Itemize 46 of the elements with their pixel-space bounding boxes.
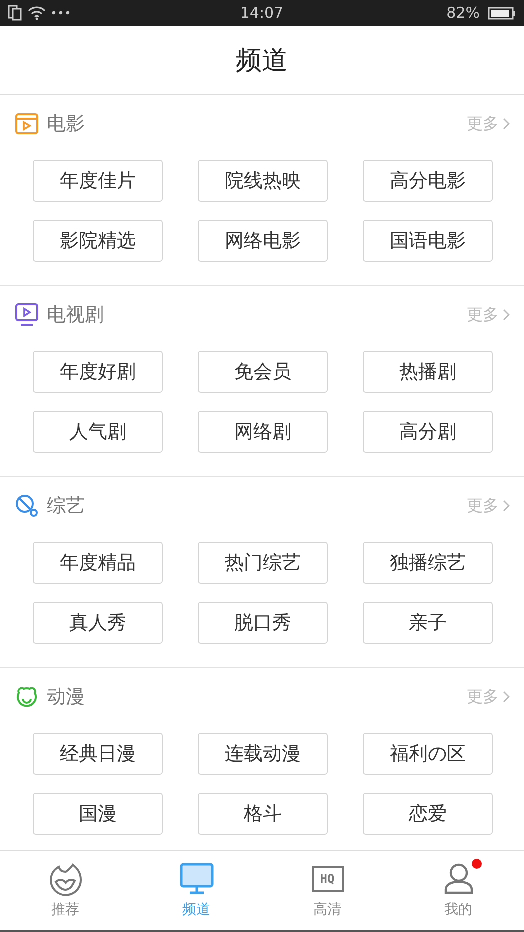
category-button[interactable]: 国漫: [33, 793, 163, 835]
chevron-right-icon[interactable]: [503, 309, 510, 321]
monitor-icon: [180, 863, 214, 895]
more-dots-icon: [52, 11, 70, 15]
category-button[interactable]: 国语电影: [363, 220, 493, 262]
category-button[interactable]: 高分剧: [363, 411, 493, 453]
person-icon: [444, 863, 474, 895]
category-button[interactable]: 影院精选: [33, 220, 163, 262]
category-button[interactable]: 亲子: [363, 602, 493, 644]
wifi-icon: [28, 6, 46, 20]
section-title: 动漫: [47, 685, 86, 710]
battery-icon: [488, 6, 516, 20]
section-title: 电影: [47, 112, 86, 137]
category-button[interactable]: 热门综艺: [198, 542, 328, 584]
page-title: 频道: [236, 44, 288, 78]
section-title: 综艺: [47, 494, 86, 519]
clock: 14:07: [239, 4, 285, 22]
sim-icon: [8, 5, 22, 21]
chevron-right-icon[interactable]: [503, 691, 510, 703]
category-button[interactable]: 年度好剧: [33, 351, 163, 393]
flame-icon: [48, 862, 82, 896]
category-button[interactable]: 高分电影: [363, 160, 493, 202]
category-button[interactable]: 年度佳片: [33, 160, 163, 202]
category-button[interactable]: 福利の区: [363, 733, 493, 775]
nav-tab[interactable]: 推荐: [0, 851, 131, 930]
category-button[interactable]: 真人秀: [33, 602, 163, 644]
category-button[interactable]: 脱口秀: [198, 602, 328, 644]
category-button[interactable]: 热播剧: [363, 351, 493, 393]
category-button[interactable]: 网络电影: [198, 220, 328, 262]
hq-icon: HQ: [312, 866, 344, 892]
category-button[interactable]: 免会员: [198, 351, 328, 393]
category-button[interactable]: 连载动漫: [198, 733, 328, 775]
category-button[interactable]: 经典日漫: [33, 733, 163, 775]
nav-tab[interactable]: HQ 高清: [262, 851, 393, 930]
category-button[interactable]: 独播综艺: [363, 542, 493, 584]
category-button[interactable]: 人气剧: [33, 411, 163, 453]
category-button[interactable]: 院线热映: [198, 160, 328, 202]
section-title: 电视剧: [47, 303, 105, 328]
battery-percent: 82%: [446, 4, 480, 22]
category-button[interactable]: 恋爱: [363, 793, 493, 835]
nav-tab[interactable]: 我的: [393, 851, 524, 930]
category-button[interactable]: 年度精品: [33, 542, 163, 584]
category-button[interactable]: 网络剧: [198, 411, 328, 453]
chevron-right-icon[interactable]: [503, 500, 510, 512]
chevron-right-icon[interactable]: [503, 118, 510, 130]
category-button[interactable]: 格斗: [198, 793, 328, 835]
